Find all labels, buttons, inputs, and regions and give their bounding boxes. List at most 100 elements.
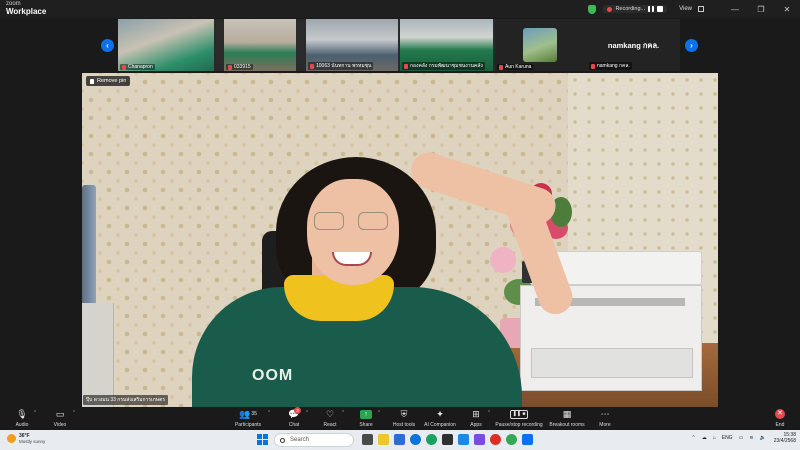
edge-icon[interactable] <box>410 434 421 445</box>
word-icon[interactable] <box>458 434 469 445</box>
clock-date: 23/4/2568 <box>773 438 796 445</box>
apps-button[interactable]: ⊞ Apps <box>466 407 486 430</box>
volume-icon[interactable]: 🔈 <box>760 435 766 441</box>
chrome-icon[interactable] <box>506 434 517 445</box>
start-button[interactable] <box>257 434 268 445</box>
store-icon[interactable] <box>442 434 453 445</box>
minimize-button[interactable]: — <box>722 5 748 14</box>
ai-companion-label: AI Companion <box>424 422 456 428</box>
mail-icon[interactable] <box>394 434 405 445</box>
share-chevron-icon[interactable]: ⌃ <box>377 410 381 416</box>
pause-recording-icon[interactable] <box>648 6 655 12</box>
pin-icon <box>90 78 94 84</box>
ai-companion-button[interactable]: ✦ AI Companion <box>424 407 456 430</box>
remove-pin-button[interactable]: Remove pin <box>86 76 131 86</box>
windows-taskbar: 36°F Mostly sunny Search ⌃ ☁ ⌂ ENG ▭ ≋ 🔈… <box>0 430 800 450</box>
monitor-icon[interactable]: ▭ <box>739 435 744 441</box>
participant-name: กองคลัง กรมพัฒนาชุมชนงานคลัง <box>410 63 483 69</box>
restore-button[interactable]: ❐ <box>748 5 774 14</box>
video-button[interactable]: ▭ Video <box>50 407 70 430</box>
recording-indicator[interactable]: Recording... <box>603 5 668 13</box>
strip-next-button[interactable]: › <box>685 39 698 52</box>
stop-recording-icon[interactable] <box>657 6 664 12</box>
strip-prev-button[interactable]: ‹ <box>101 39 114 52</box>
face <box>307 179 399 285</box>
heart-icon: ♡ <box>325 408 335 419</box>
audio-label: Audio <box>15 422 29 428</box>
weather-condition: Mostly sunny <box>19 439 46 444</box>
clock[interactable]: 15:38 23/4/2568 <box>774 432 796 445</box>
sparkle-icon: ✦ <box>436 408 444 419</box>
apps-label: Apps <box>470 422 482 428</box>
video-label: Video <box>53 422 67 428</box>
chat-button[interactable]: 💬 2 Chat <box>284 407 304 430</box>
wifi-icon[interactable]: ≋ <box>749 435 753 441</box>
weather-widget[interactable]: 36°F Mostly sunny <box>7 433 45 444</box>
pause-stop-recording-label: Pause/stop recording <box>495 422 543 428</box>
audio-options-chevron-icon[interactable]: ⌃ <box>33 410 37 416</box>
pause-stop-recording-button[interactable]: ❚❚ ■ Pause/stop recording <box>495 407 543 430</box>
taskbar-search[interactable]: Search <box>274 433 354 447</box>
end-label: End <box>775 422 785 428</box>
remove-pin-label: Remove pin <box>97 78 127 84</box>
host-tools-button[interactable]: ⛨ Host tools <box>392 407 416 430</box>
participant-tile[interactable]: Aun Karuna <box>495 19 587 71</box>
encryption-shield-icon[interactable] <box>588 4 597 14</box>
cloud-icon[interactable]: ☁ <box>702 435 707 441</box>
shield-icon: ⛨ <box>400 408 408 419</box>
app-logo: zoom Workplace <box>6 1 46 16</box>
network-icon[interactable]: ⌂ <box>713 435 716 441</box>
camera-icon: ▭ <box>55 408 65 419</box>
participant-tile[interactable]: Chanapron <box>118 19 214 71</box>
recording-dot-icon <box>607 6 613 12</box>
view-menu[interactable]: View <box>679 6 692 12</box>
apps-icon: ⊞ <box>472 408 480 419</box>
task-view-icon[interactable] <box>362 434 373 445</box>
avatar <box>523 28 557 62</box>
participants-button[interactable]: 👥 35 Participants <box>232 407 264 430</box>
audio-button[interactable]: 🎙 Audio <box>12 407 32 430</box>
muted-mic-icon <box>591 63 595 69</box>
muted-mic-icon <box>404 63 408 69</box>
react-button[interactable]: ♡ React <box>320 407 340 430</box>
muted-mic-icon <box>499 64 503 70</box>
browser-icon[interactable] <box>426 434 437 445</box>
host-tools-label: Host tools <box>392 422 416 428</box>
participant-tile[interactable]: กองคลัง กรมพัฒนาชุมชนงานคลัง <box>400 19 493 71</box>
participant-name: 10063 นันทกาน พรหมชุน <box>316 63 372 69</box>
breakout-rooms-button[interactable]: ▦ Breakout rooms <box>549 407 584 430</box>
view-grid-icon[interactable] <box>698 6 704 12</box>
muted-mic-icon <box>122 64 126 70</box>
teams-icon[interactable] <box>474 434 485 445</box>
pause-stop-icon: ❚❚ ■ <box>510 409 528 419</box>
react-chevron-icon[interactable]: ⌃ <box>341 410 345 416</box>
participant-tile[interactable]: 10063 นันทกาน พรหมชุน <box>306 19 398 71</box>
end-button[interactable]: ✕ End <box>772 407 788 430</box>
chevron-up-icon[interactable]: ⌃ <box>692 435 696 441</box>
glasses <box>314 212 394 232</box>
more-button[interactable]: ⋯ More <box>595 407 615 430</box>
share-screen-icon: ↑ <box>360 409 372 419</box>
language-indicator[interactable]: ENG <box>722 435 733 441</box>
participant-name: Aun Karuna <box>505 64 532 70</box>
app-icon[interactable] <box>490 434 501 445</box>
participant-tile[interactable]: 033915 <box>224 19 296 71</box>
main-video[interactable]: OOM Remove pin ปุ๊บ ดวงมน 33 กรมส่งเสริม… <box>82 73 718 407</box>
main-participant-name: ปุ๊บ ดวงมน 33 กรมส่งเสริมการเกษตร <box>83 395 169 405</box>
close-button[interactable]: ✕ <box>774 5 800 14</box>
participant-name: Chanapron <box>128 64 153 70</box>
zoom-icon[interactable] <box>522 434 533 445</box>
recording-label: Recording... <box>615 6 646 12</box>
file-explorer-icon[interactable] <box>378 434 389 445</box>
participant-tile[interactable]: namkang กคล. namkang กคล. <box>587 19 680 71</box>
participant-strip: Chanapron 033915 10063 นันทกาน พรหมชุน ก… <box>118 19 680 71</box>
chat-chevron-icon[interactable]: ⌃ <box>305 410 309 416</box>
microphone-icon: 🎙 <box>16 408 28 419</box>
participants-chevron-icon[interactable]: ⌃ <box>267 410 271 416</box>
apps-chevron-icon[interactable]: ⌃ <box>487 410 491 416</box>
participants-icon: 👥 35 <box>239 408 257 419</box>
share-label: Share <box>359 422 373 428</box>
video-options-chevron-icon[interactable]: ⌃ <box>72 410 76 416</box>
share-button[interactable]: ↑ Share <box>356 407 376 430</box>
participants-count: 35 <box>251 411 257 417</box>
